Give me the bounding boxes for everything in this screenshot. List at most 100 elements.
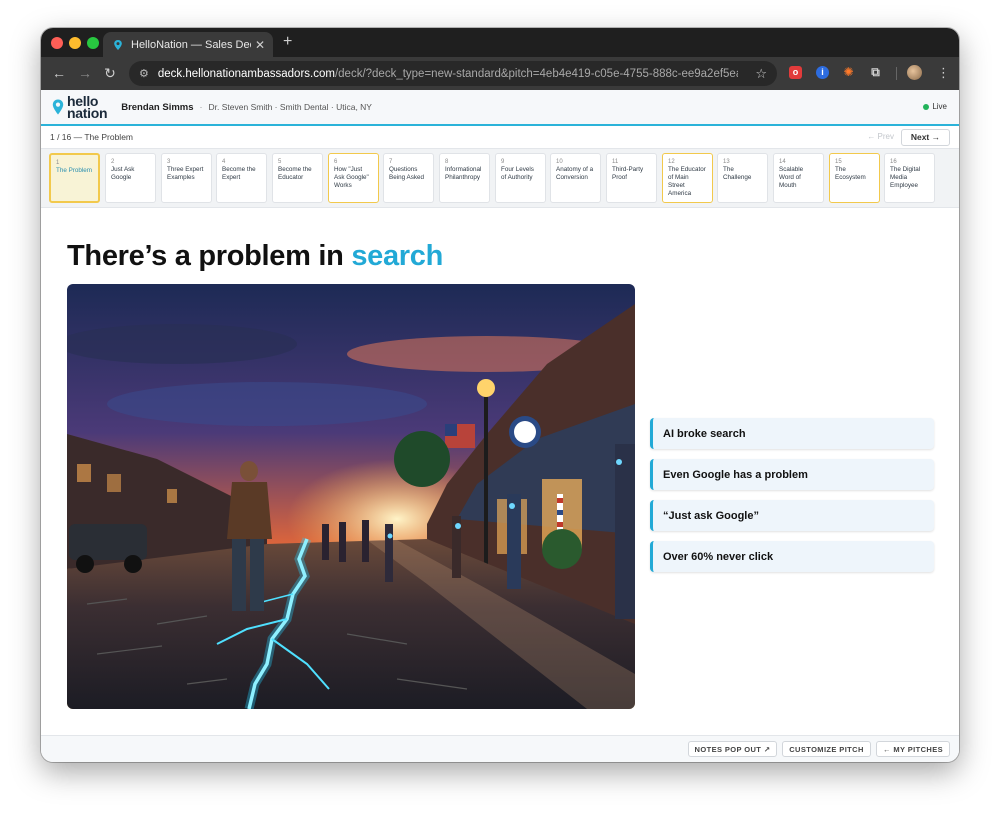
slide-thumb-15[interactable]: 15 The Ecosystem [829,153,880,203]
slide-thumb-14[interactable]: 14 Scalable Word of Mouth [773,153,824,203]
slide-thumb-title: Four Levels of Authority [501,166,534,181]
slide-thumb-title: The Digital Media Employee [890,166,921,189]
slide-thumb-title: Just Ask Google [111,166,135,181]
extensions-puzzle-icon[interactable]: ⧉ [869,66,882,79]
slide-thumb-10[interactable]: 10 Anatomy of a Conversion [550,153,601,203]
live-dot-icon [923,103,930,110]
slide-thumb-title: Third-Party Proof [612,166,644,181]
slide-thumb-number: 10 [556,159,563,165]
forward-icon[interactable]: → [77,65,93,81]
slide-thumb-number: 7 [389,159,393,165]
browser-menu-icon[interactable]: ⋮ [937,65,950,81]
slide-thumb-title: Become the Expert [222,166,256,181]
slide-thumb-number: 9 [501,159,505,165]
logo-line-nation: nation [67,105,108,121]
slide-thumb-number: 4 [222,159,226,165]
site-settings-icon[interactable]: ⚙ [139,67,149,80]
key-point[interactable]: Even Google has a problem [650,459,934,490]
slide-thumb-16[interactable]: 16 The Digital Media Employee [884,153,935,203]
slide-progress-row: 1 / 16 — The Problem ← Prev Next → [41,126,959,148]
slide-thumb-4[interactable]: 4 Become the Expert [216,153,267,203]
slide-thumb-number: 3 [167,159,171,165]
tab-strip: HelloNation — Sales Deck ✕ + [41,28,959,57]
slide-thumb-7[interactable]: 7 Questions Being Asked [383,153,434,203]
slide-thumb-number: 13 [723,159,730,165]
live-status-badge: Live [923,102,947,111]
bookmark-star-icon[interactable]: ☆ [755,66,767,82]
slide-thumb-title: The Ecosystem [835,166,866,181]
slide-thumb-1[interactable]: 1 The Problem [49,153,100,203]
slide-headline: There’s a problem in search [67,240,443,273]
location-pin-icon [52,99,64,115]
slide-thumb-number: 11 [612,159,619,165]
profile-avatar[interactable] [907,65,922,80]
slide-canvas: There’s a problem in search AI broke sea… [41,210,959,735]
slide-thumb-8[interactable]: 8 Informational Philanthropy [439,153,490,203]
close-window-button[interactable] [51,37,63,49]
slide-thumb-3[interactable]: 3 Three Expert Examples [161,153,212,203]
maximize-window-button[interactable] [87,37,99,49]
slide-thumb-number: 2 [111,159,115,165]
prev-slide-button[interactable]: ← Prev [867,132,894,141]
slide-thumb-number: 14 [779,159,786,165]
logo-wordmark: hello nation [67,94,108,121]
address-bar[interactable]: ⚙ deck.hellonationambassadors.com/deck/?… [129,61,777,86]
headline-prefix: There’s a problem in [67,240,352,272]
slide-thumb-number: 1 [56,160,60,166]
slide-thumb-number: 5 [278,159,282,165]
browser-tab-active[interactable]: HelloNation — Sales Deck ✕ [103,32,273,57]
key-point[interactable]: “Just ask Google” [650,500,934,531]
headline-accent: search [351,240,444,272]
hero-image-cracked-main-street [67,284,635,709]
slide-thumb-13[interactable]: 13 The Challenge [717,153,768,203]
hellonation-favicon-icon [114,39,122,50]
live-label: Live [932,102,947,111]
browser-window: HelloNation — Sales Deck ✕ + ← → ↻ ⚙ dec… [41,28,959,762]
app-header: hello nation Brendan Simms · Dr. Steven … [41,90,959,126]
slide-thumb-9[interactable]: 9 Four Levels of Authority [495,153,546,203]
notes-pop-out-button[interactable]: NOTES POP OUT ↗ [688,741,777,757]
back-icon[interactable]: ← [51,65,67,81]
my-pitches-button[interactable]: ← MY PITCHES [876,741,950,757]
new-tab-button[interactable]: + [283,33,292,51]
slide-thumb-6[interactable]: 6 How "Just Ask Google" Works [328,153,379,203]
key-point[interactable]: AI broke search [650,418,934,449]
slide-thumbnail-strip: 1 The Problem 2 Just Ask Google 3 Three Exp… [41,148,959,208]
toolbar-divider [896,67,897,80]
slide-thumb-title: Scalable Word of Mouth [779,166,804,189]
minimize-window-button[interactable] [69,37,81,49]
slide-thumb-title: The Challenge [723,166,752,181]
hellonation-logo[interactable]: hello nation [52,94,108,121]
key-point[interactable]: Over 60% never click [650,541,934,572]
slide-thumb-12[interactable]: 12 The Educator of Main Street America [662,153,713,203]
slide-thumb-2[interactable]: 2 Just Ask Google [105,153,156,203]
extension-sparkle-icon[interactable]: ✺ [842,66,855,79]
slide-thumb-number: 8 [445,159,449,165]
presenter-name: Brendan Simms [121,101,194,113]
slide-thumb-title: Become the Educator [278,166,312,181]
slide-thumb-title: Anatomy of a Conversion [556,166,594,181]
extension-password-icon[interactable]: i [816,66,829,79]
reload-icon[interactable]: ↻ [102,65,118,82]
slide-thumb-number: 6 [334,159,338,165]
slide-thumb-title: The Problem [56,167,93,174]
slide-counter: 1 / 16 — The Problem [50,132,133,142]
url-text[interactable]: deck.hellonationambassadors.com/deck/?de… [158,68,738,80]
slide-thumb-number: 12 [668,159,675,165]
next-slide-button[interactable]: Next → [901,129,950,146]
slide-thumb-title: Three Expert Examples [167,166,204,181]
slide-thumb-number: 16 [890,159,897,165]
customize-pitch-button[interactable]: CUSTOMIZE PITCH [782,741,871,757]
key-points-list: AI broke search Even Google has a proble… [650,418,934,582]
slide-thumb-5[interactable]: 5 Become the Educator [272,153,323,203]
slide-thumb-11[interactable]: 11 Third-Party Proof [606,153,657,203]
tab-close-icon[interactable]: ✕ [251,38,269,52]
deck-footer: NOTES POP OUT ↗ CUSTOMIZE PITCH ← MY PIT… [41,735,959,762]
extension-red-icon[interactable]: o [789,66,802,79]
slide-thumb-title: The Educator of Main Street America [668,166,706,197]
client-info: Dr. Steven Smith · Smith Dental · Utica,… [208,102,372,112]
slide-thumb-title: Questions Being Asked [389,166,425,181]
browser-toolbar: ← → ↻ ⚙ deck.hellonationambassadors.com/… [41,57,959,90]
header-separator: · [199,102,203,112]
tab-title: HelloNation — Sales Deck [131,38,251,51]
